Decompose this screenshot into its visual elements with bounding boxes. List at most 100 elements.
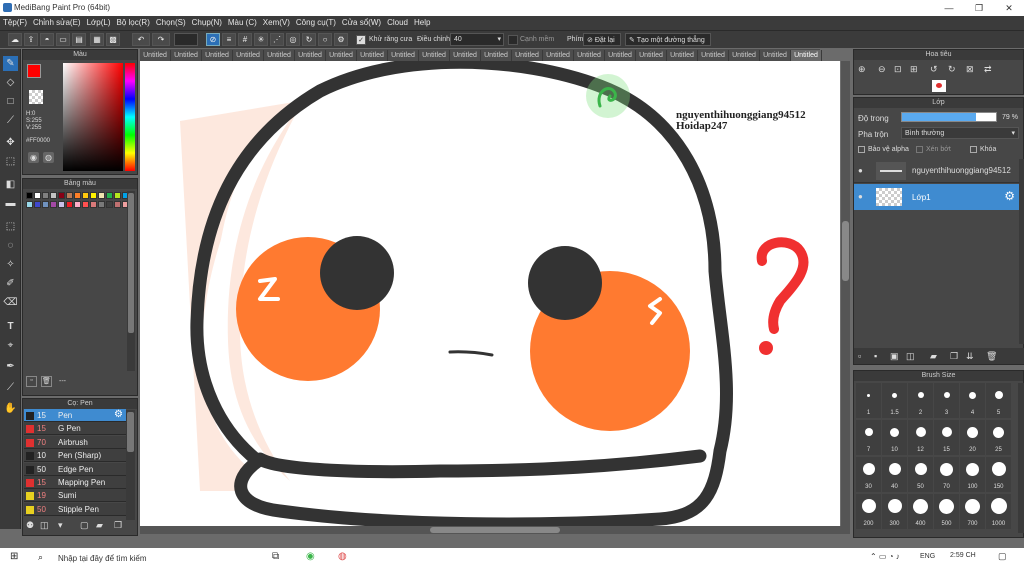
palette-swatch[interactable] — [34, 201, 41, 208]
brush-item[interactable]: 15 G Pen — [24, 422, 126, 436]
brush-size-option[interactable]: 7 — [856, 420, 881, 455]
brush-size-option[interactable]: 5 — [986, 383, 1011, 418]
windows-start-icon[interactable]: ⊞ — [10, 551, 18, 562]
eyedropper-icon[interactable]: ⟋ — [3, 380, 18, 395]
cloud-icon[interactable]: ☁ — [8, 33, 22, 46]
eye-icon[interactable]: ● — [858, 192, 863, 201]
delete-swatch-icon[interactable]: 🗑 — [41, 376, 52, 387]
menu-snap[interactable]: Chụp(N) — [189, 16, 225, 27]
document-tab[interactable]: Untitled — [295, 50, 326, 61]
palette-swatch[interactable] — [50, 192, 57, 199]
correction-select[interactable]: 40 ▾ — [450, 33, 504, 46]
palette-swatch[interactable] — [114, 192, 121, 199]
curve-snap-icon[interactable]: ↻ — [302, 33, 316, 46]
trash-icon[interactable]: 🗑 — [986, 351, 997, 362]
document-tab[interactable]: Untitled — [791, 50, 822, 61]
palette-swatch[interactable] — [42, 192, 49, 199]
snap-off-icon[interactable]: ⊘ — [206, 33, 220, 46]
menu-file[interactable]: Tệp(F) — [0, 16, 30, 27]
brush-size-option[interactable]: 15 — [934, 420, 959, 455]
brush-size-option[interactable]: 1000 — [986, 494, 1011, 529]
document-tab[interactable]: Untitled — [357, 50, 388, 61]
medibang-taskbar-icon[interactable]: ◉ — [306, 551, 315, 562]
palette-swatch[interactable] — [90, 192, 97, 199]
layer-row-selected[interactable]: ● Lớp1 ⚙ — [854, 184, 1019, 210]
brush-chevron-icon[interactable]: ▾ — [58, 520, 63, 531]
chrome-taskbar-icon[interactable]: ◍ — [338, 551, 347, 562]
opacity-slider[interactable] — [901, 112, 997, 122]
palette-swatch[interactable] — [34, 192, 41, 199]
shape-tool-icon[interactable]: □ — [3, 94, 18, 109]
palette-swatch[interactable] — [66, 192, 73, 199]
layer-row[interactable]: ● nguyenthihuonggiang94512 — [854, 159, 1019, 183]
palette-swatch[interactable] — [42, 201, 49, 208]
task-view-icon[interactable]: ⧉ — [272, 551, 279, 562]
radial-snap-icon[interactable]: ✳ — [254, 33, 268, 46]
palette-swatch[interactable] — [58, 201, 65, 208]
protect-alpha-checkbox[interactable] — [858, 146, 865, 153]
fit-icon[interactable]: ⊡ — [894, 64, 902, 75]
brush-size-option[interactable]: 100 — [960, 457, 985, 492]
merge-icon[interactable]: ⇊ — [966, 351, 974, 362]
actual-size-icon[interactable]: ⊞ — [910, 64, 918, 75]
fill-tool-icon[interactable]: ◧ — [3, 177, 18, 192]
palette-swatch[interactable] — [74, 201, 81, 208]
document-tab[interactable]: Untitled — [729, 50, 760, 61]
brush-stack-icon[interactable]: ❐ — [114, 520, 122, 531]
divide-tool-icon[interactable]: ⌖ — [3, 338, 18, 353]
settings-snap-icon[interactable]: ⚙ — [334, 33, 348, 46]
undo-icon[interactable]: ↶ — [132, 33, 150, 46]
canvas-hscroll[interactable] — [140, 526, 850, 534]
document-tab[interactable]: Untitled — [264, 50, 295, 61]
palette-swatch[interactable] — [98, 201, 105, 208]
document-tab[interactable]: Untitled — [574, 50, 605, 61]
brush-item[interactable]: 10 Pen (Sharp) — [24, 449, 126, 463]
brush-size-option[interactable]: 1.5 — [882, 383, 907, 418]
gear-icon[interactable]: ⚙ — [114, 409, 123, 420]
soft-edge-checkbox[interactable] — [508, 35, 518, 45]
flip-icon[interactable]: ⇄ — [984, 64, 992, 75]
upload-icon[interactable]: ⇪ — [24, 33, 38, 46]
transparent-swatch[interactable] — [29, 90, 43, 104]
close-button[interactable]: ✕ — [994, 0, 1024, 16]
palette-scrollbar[interactable] — [127, 191, 135, 371]
layout-icon[interactable]: ▦ — [90, 33, 104, 46]
document-tab[interactable]: Untitled — [667, 50, 698, 61]
notification-icon[interactable]: ▢ — [998, 551, 1007, 562]
brush-size-option[interactable]: 1 — [856, 383, 881, 418]
canvas-vscroll-thumb[interactable] — [842, 221, 849, 281]
menu-window[interactable]: Cửa sổ(W) — [339, 16, 384, 27]
color-mode-icon[interactable]: ◍ — [43, 152, 54, 163]
menu-edit[interactable]: Chỉnh sửa(E) — [30, 16, 84, 27]
document-tab[interactable]: Untitled — [233, 50, 264, 61]
reset-button[interactable]: ⊘ Đặt lại — [583, 33, 621, 46]
document-tab[interactable]: Untitled — [605, 50, 636, 61]
circle-snap-icon[interactable]: ◎ — [286, 33, 300, 46]
brush-item[interactable]: 70 Airbrush — [24, 435, 126, 449]
brush-size-option[interactable]: 4 — [960, 383, 985, 418]
brush-scroll-thumb[interactable] — [127, 412, 134, 452]
zoom-in-icon[interactable]: ⊕ — [858, 64, 866, 75]
brush-folder-icon[interactable]: ▰ — [96, 520, 103, 531]
brush-size-option[interactable]: 3 — [934, 383, 959, 418]
document-tab[interactable]: Untitled — [140, 50, 171, 61]
lasso-tool-icon[interactable]: ◌ — [3, 238, 18, 253]
brush-size-option[interactable]: 25 — [986, 420, 1011, 455]
rotate-left-icon[interactable]: ↺ — [930, 64, 938, 75]
navigator-thumbnail[interactable] — [932, 80, 946, 92]
select-pen-icon[interactable]: ✐ — [3, 276, 18, 291]
menu-filter[interactable]: Bộ lọc(R) — [114, 16, 153, 27]
document-tab[interactable]: Untitled — [760, 50, 791, 61]
layer-menu-icon[interactable]: ◫ — [906, 351, 915, 362]
menu-view[interactable]: Xem(V) — [260, 16, 293, 27]
brush-scrollbar[interactable] — [126, 410, 135, 520]
palette-swatch[interactable] — [82, 192, 89, 199]
line-tool-icon[interactable]: ⟋ — [3, 113, 18, 128]
brush-item[interactable]: 15 Mapping Pen — [24, 476, 126, 489]
document-tab[interactable]: Untitled — [636, 50, 667, 61]
brush-size-option[interactable]: 20 — [960, 420, 985, 455]
document-tab[interactable]: Untitled — [326, 50, 357, 61]
document-tab[interactable]: Untitled — [543, 50, 574, 61]
text-tool-icon[interactable]: T — [3, 319, 18, 334]
palette-swatch[interactable] — [98, 192, 105, 199]
